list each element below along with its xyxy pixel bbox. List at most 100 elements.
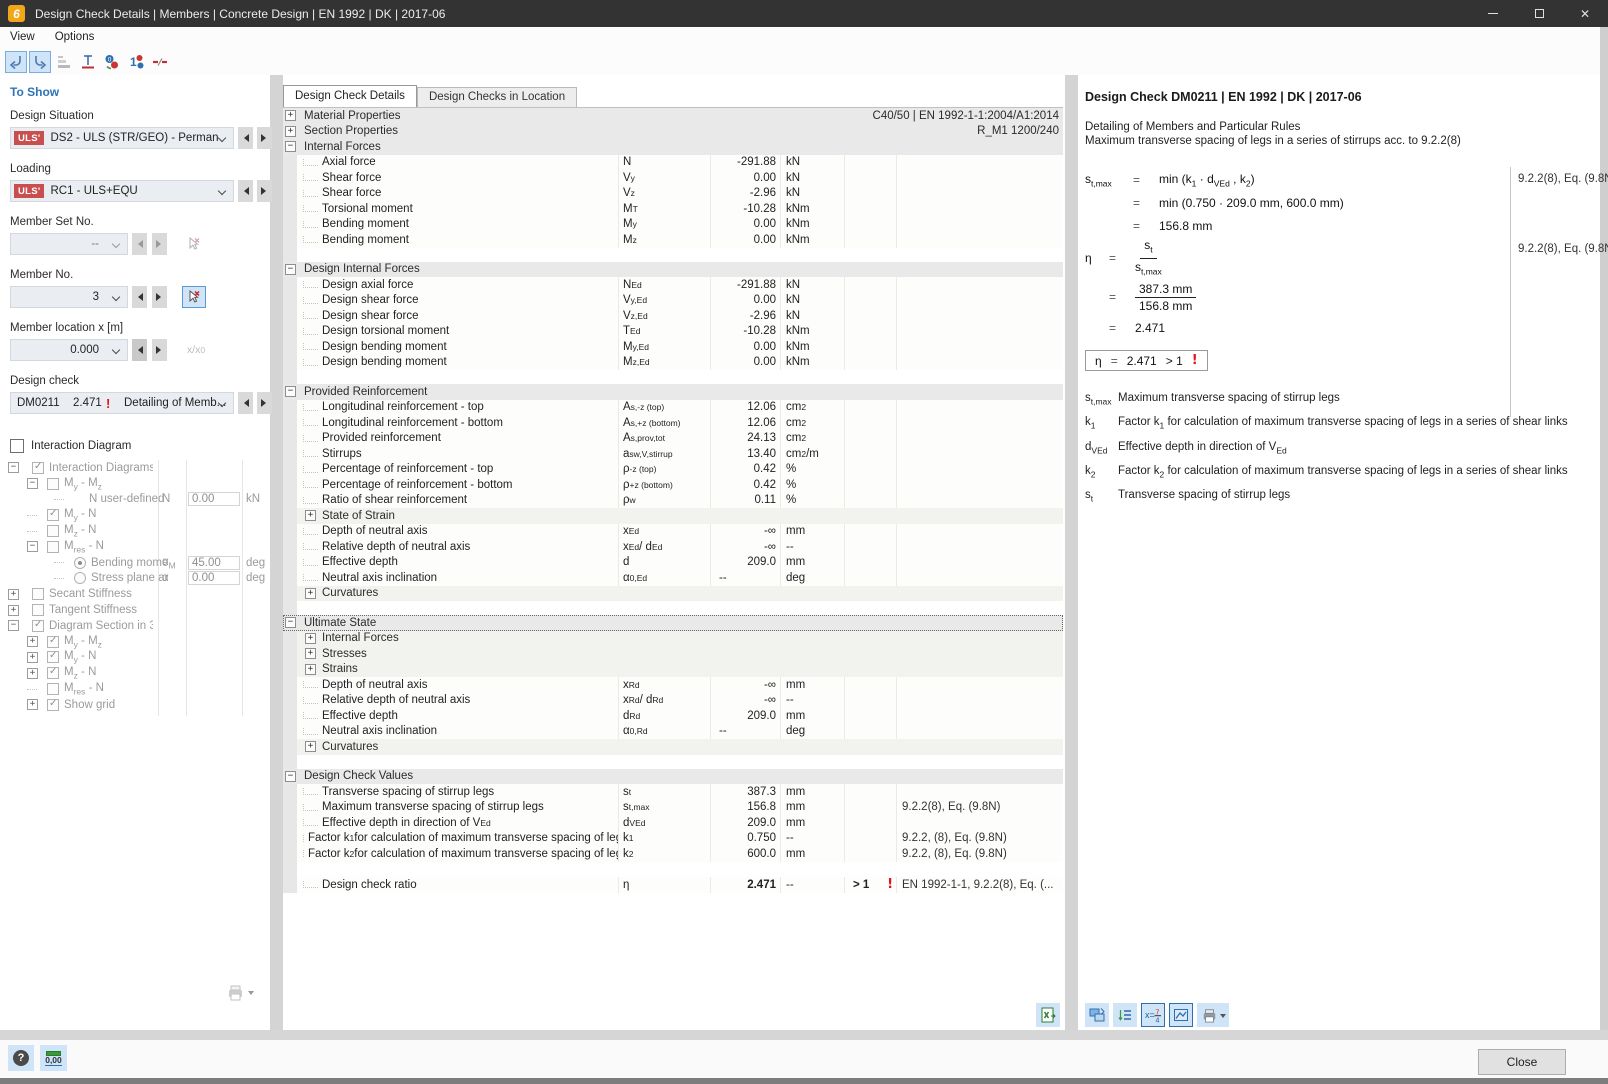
expander-icon[interactable]: −: [285, 264, 296, 275]
checkbox-icon[interactable]: [47, 667, 59, 679]
design-check-next-button[interactable]: [257, 392, 272, 414]
tree-item[interactable]: −Mres - N: [6, 539, 270, 555]
tree-item[interactable]: Mres - N: [6, 681, 270, 697]
design-situation-combobox[interactable]: ULS' DS2 - ULS (STR/GEO) - Permanent a..…: [10, 127, 234, 149]
checkbox-icon[interactable]: [47, 525, 59, 537]
maximize-button[interactable]: [1516, 0, 1562, 27]
member-set-combobox[interactable]: --: [10, 233, 128, 255]
table-row[interactable]: Design shear forceVy,Ed0.00kN: [283, 293, 1063, 309]
tree-value-field[interactable]: 45.00: [188, 556, 240, 570]
expander-icon[interactable]: −: [285, 141, 296, 152]
table-row[interactable]: Percentage of reinforcement - topρ-z (to…: [283, 462, 1063, 478]
tree-item[interactable]: +Show grid: [6, 697, 270, 713]
formula-print-button[interactable]: [1197, 1003, 1229, 1027]
decimal-places-button[interactable]: 0,00: [40, 1045, 67, 1071]
tree-item[interactable]: −Diagram Section in 3D: [6, 618, 270, 634]
checkbox-icon[interactable]: [32, 588, 44, 600]
result-numbering-button[interactable]: 1: [125, 51, 147, 73]
cut-line-button[interactable]: [149, 51, 171, 73]
loading-combobox[interactable]: ULS' RC1 - ULS+EQU: [10, 180, 234, 202]
expander-icon[interactable]: +: [305, 633, 316, 644]
select-previous-button[interactable]: [5, 51, 27, 73]
table-row[interactable]: Longitudinal reinforcement - topAs,-z (t…: [283, 400, 1063, 416]
table-row[interactable]: Provided reinforcementAs,prov,tot24.13cm…: [283, 431, 1063, 447]
tree-item[interactable]: +Tangent Stiffness: [6, 602, 270, 618]
minimize-button[interactable]: [1470, 0, 1516, 27]
tree-item[interactable]: +My - N: [6, 650, 270, 666]
tree-expander-icon[interactable]: +: [27, 699, 38, 710]
table-row[interactable]: Torsional momentMT-10.28kNm: [283, 201, 1063, 217]
tree-item[interactable]: +Mz - N: [6, 665, 270, 681]
interaction-diagram-checkbox[interactable]: [10, 439, 24, 453]
table-row[interactable]: Relative depth of neutral axisxRd / dRd-…: [283, 693, 1063, 709]
member-no-pick-button[interactable]: [182, 286, 206, 308]
close-button[interactable]: Close: [1478, 1049, 1566, 1075]
checkbox-icon[interactable]: [47, 636, 59, 648]
table-row[interactable]: Percentage of reinforcement - bottomρ+z …: [283, 477, 1063, 493]
select-next-button[interactable]: [29, 51, 51, 73]
table-row[interactable]: Relative depth of neutral axisxEd / dEd-…: [283, 539, 1063, 555]
member-no-next-button[interactable]: [152, 286, 167, 308]
design-situation-next-button[interactable]: [257, 127, 272, 149]
tree-item[interactable]: +Secant Stiffness: [6, 586, 270, 602]
member-no-combobox[interactable]: 3: [10, 286, 128, 308]
show-values-button[interactable]: 0: [101, 51, 123, 73]
table-row[interactable]: Design bending momentMz,Ed0.00kNm: [283, 355, 1063, 371]
menu-item-options[interactable]: Options: [45, 27, 105, 48]
expander-icon[interactable]: −: [285, 617, 296, 628]
left-splitter[interactable]: [270, 75, 283, 1030]
substitute-values-button[interactable]: x=74: [1141, 1003, 1165, 1027]
list-settings-button[interactable]: [1113, 1003, 1137, 1027]
checkbox-icon[interactable]: [47, 699, 59, 711]
table-row[interactable]: Axial forceN-291.88kN: [283, 155, 1063, 171]
tree-expander-icon[interactable]: −: [27, 541, 38, 552]
tab-design-check-details[interactable]: Design Check Details: [283, 85, 417, 107]
tree-item[interactable]: −Interaction Diagrams: [6, 460, 270, 476]
expander-icon[interactable]: +: [285, 126, 296, 137]
right-splitter[interactable]: [1065, 75, 1078, 1030]
expander-icon[interactable]: −: [285, 771, 296, 782]
design-situation-previous-button[interactable]: [238, 127, 253, 149]
relative-location-button[interactable]: x/x0: [182, 339, 210, 361]
member-location-previous-button[interactable]: [132, 339, 147, 361]
left-panel-print-button[interactable]: [226, 984, 254, 1001]
table-section-header[interactable]: −Internal Forces: [283, 139, 1063, 155]
table-row[interactable]: Depth of neutral axisxEd-∞mm: [283, 524, 1063, 540]
tree-item[interactable]: −My - Mz: [6, 476, 270, 492]
table-row[interactable]: Factor k2 for calculation of maximum tra…: [283, 846, 1063, 862]
design-check-previous-button[interactable]: [238, 392, 253, 414]
table-row[interactable]: Factor k1 for calculation of maximum tra…: [283, 831, 1063, 847]
member-set-previous-button[interactable]: [132, 233, 147, 255]
expander-icon[interactable]: +: [305, 588, 316, 599]
design-check-combobox[interactable]: DM0211 2.471 ! Detailing of Memb...: [10, 392, 234, 414]
table-row[interactable]: Transverse spacing of stirrup legsst387.…: [283, 784, 1063, 800]
checkbox-icon[interactable]: [32, 620, 44, 632]
table-row[interactable]: Shear forceVz-2.96kN: [283, 186, 1063, 202]
tree-item[interactable]: Stress plane arα0.00deg: [6, 571, 270, 587]
tree-item[interactable]: Mz - N: [6, 523, 270, 539]
table-row[interactable]: Design bending momentMy,Ed0.00kNm: [283, 339, 1063, 355]
checkbox-icon[interactable]: [47, 541, 59, 553]
transfer-settings-button[interactable]: [1085, 1003, 1109, 1027]
table-subsection-header[interactable]: +Strains: [283, 662, 1063, 678]
table-row[interactable]: Effective depthdRd209.0mm: [283, 708, 1063, 724]
close-window-button[interactable]: ✕: [1562, 0, 1608, 27]
table-row[interactable]: Neutral axis inclinationα0,Rd--deg: [283, 724, 1063, 740]
radio-icon[interactable]: [74, 557, 86, 569]
tree-item[interactable]: +My - Mz: [6, 634, 270, 650]
member-location-combobox[interactable]: 0.000: [10, 339, 128, 361]
table-row[interactable]: Depth of neutral axisxRd-∞mm: [283, 677, 1063, 693]
loading-next-button[interactable]: [257, 180, 272, 202]
expander-icon[interactable]: +: [305, 510, 316, 521]
table-section-header[interactable]: +Material PropertiesC40/50 | EN 1992-1-1…: [283, 108, 1063, 124]
excel-export-button[interactable]: [1036, 1003, 1060, 1027]
member-set-pick-button[interactable]: [182, 233, 206, 255]
radio-icon[interactable]: [74, 572, 86, 584]
checkbox-icon[interactable]: [32, 604, 44, 616]
expander-icon[interactable]: +: [305, 648, 316, 659]
checkbox-icon[interactable]: [47, 651, 59, 663]
dimension-line-button[interactable]: [77, 51, 99, 73]
table-row[interactable]: Stirrupsasw,V,stirrup13.40cm2/m: [283, 446, 1063, 462]
table-subsection-header[interactable]: +Internal Forces: [283, 631, 1063, 647]
tree-expander-icon[interactable]: +: [27, 636, 38, 647]
